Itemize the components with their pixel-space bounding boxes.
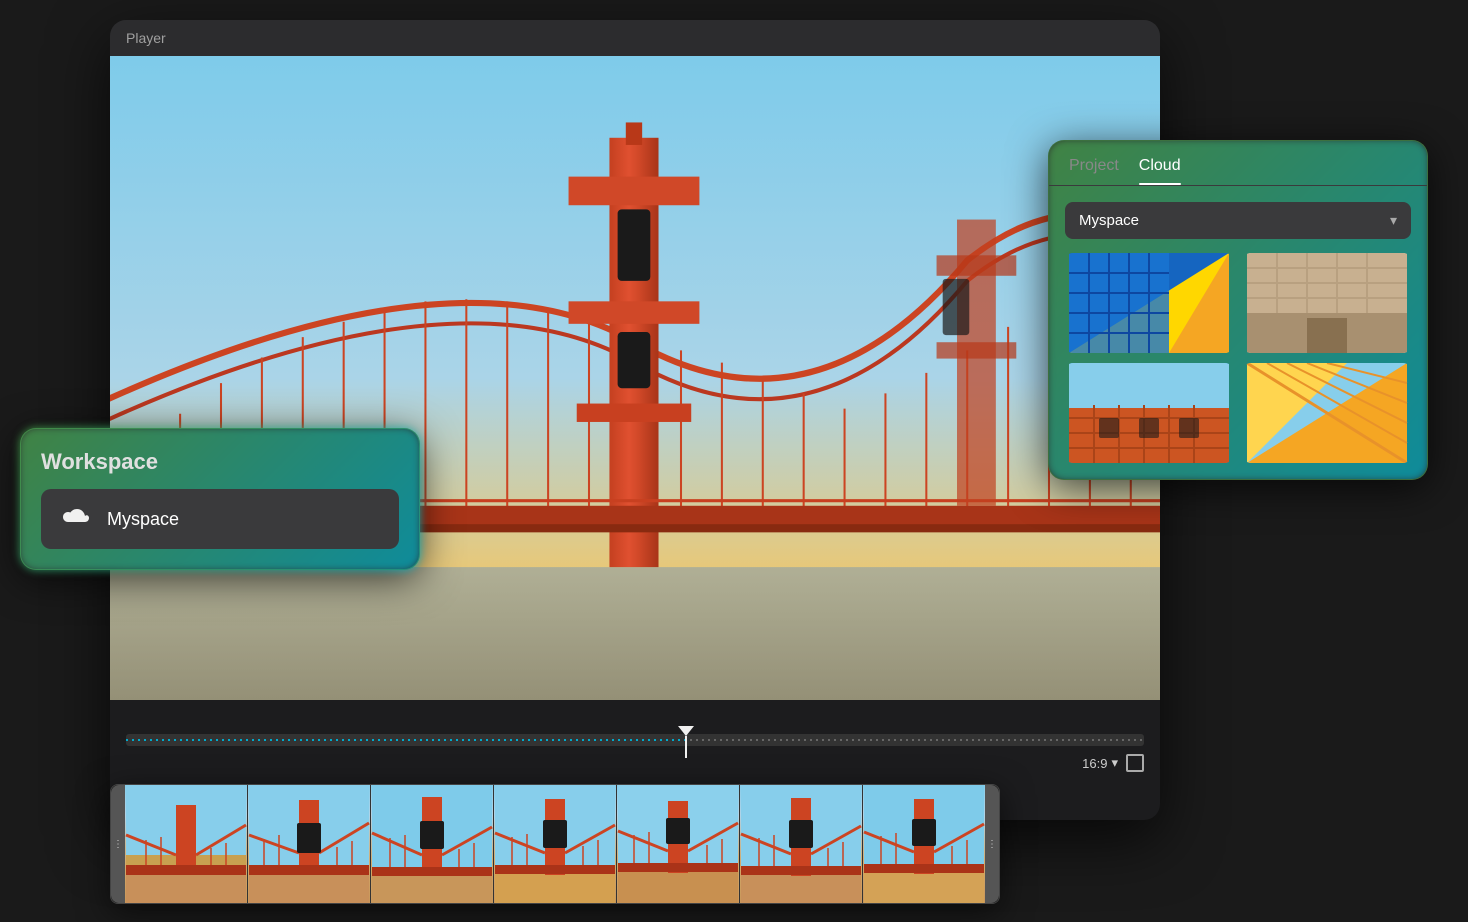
cloud-icon-wrapper [57,501,93,537]
thumbnail-4[interactable] [1243,363,1411,463]
aspect-ratio-chevron: ▾ [1111,755,1118,771]
thumb-svg-4 [1243,363,1411,463]
chevron-down-icon: ▾ [1390,212,1397,229]
aspect-controls: 16:9 ▾ [110,750,1160,776]
workspace-item-name: Myspace [107,509,179,530]
player-video-area[interactable] [110,56,1160,700]
film-frame-5 [617,785,740,904]
workspace-item[interactable]: Myspace [41,489,399,549]
thumbnail-2[interactable] [1243,253,1411,353]
aspect-ratio-value: 16:9 [1082,756,1107,771]
mini-bridge-svg-6 [740,785,862,904]
thumb-svg-3 [1065,363,1233,463]
mini-bridge-svg-4 [494,785,616,904]
filmstrip-handle-right[interactable]: ⋮ [985,785,999,903]
film-frame-1 [125,785,248,904]
thumbnail-3[interactable] [1065,363,1233,463]
cloud-panel: Project Cloud Myspace ▾ [1048,140,1428,480]
thumb-svg-2 [1243,253,1411,353]
mini-bridge-svg-5 [617,785,739,904]
cloud-thumbnails [1065,253,1411,463]
mini-bridge-svg [125,785,247,904]
bridge-svg [110,56,1160,700]
cloud-icon [59,505,91,533]
main-player-window: Player [110,20,1160,820]
workspace-popup: Workspace Myspace [20,428,420,570]
playhead-line [685,736,687,758]
cloud-panel-tabs: Project Cloud [1049,141,1427,186]
mini-bridge-svg-2 [248,785,370,904]
player-title: Player [126,30,166,46]
mini-bridge-svg-3 [371,785,493,904]
mini-bridge-svg-7 [863,785,985,904]
timeline-progress [126,739,686,741]
film-frame-3 [371,785,494,904]
cloud-dropdown-value: Myspace [1079,212,1139,229]
timeline-track[interactable] [126,734,1144,746]
bridge-scene [110,56,1160,700]
tab-project[interactable]: Project [1069,157,1119,185]
film-frame-4 [494,785,617,904]
workspace-label: Workspace [41,449,399,475]
thumbnail-1[interactable] [1065,253,1233,353]
filmstrip-handle-left[interactable]: ⋮ [111,785,125,903]
playhead-triangle [678,726,694,736]
tab-cloud[interactable]: Cloud [1139,157,1181,185]
filmstrip[interactable]: ⋮ [110,784,1000,904]
scene-container: Player [0,0,1468,922]
fullscreen-button[interactable] [1126,754,1144,772]
cloud-dropdown[interactable]: Myspace ▾ [1065,202,1411,239]
aspect-ratio-button[interactable]: 16:9 ▾ [1082,755,1118,771]
film-frame-2 [248,785,371,904]
timeline-area: 16:9 ▾ [110,700,1160,784]
thumb-svg-1 [1065,253,1233,353]
player-titlebar: Player [110,20,1160,56]
film-frame-7 [863,785,985,904]
timeline-playhead[interactable] [678,726,694,758]
filmstrip-frames [125,785,985,903]
cloud-panel-body: Myspace ▾ [1049,186,1427,479]
film-frame-6 [740,785,863,904]
